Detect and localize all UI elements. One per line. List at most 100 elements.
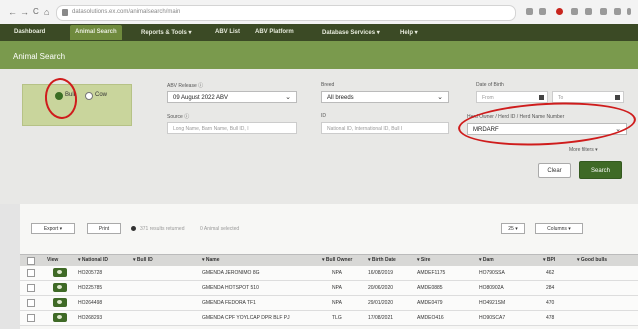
view-button[interactable] [53, 268, 67, 277]
dam-cell: HO80902A [479, 285, 504, 291]
extension-icon[interactable] [571, 8, 578, 15]
dam-cell: HO790SSA [479, 270, 505, 276]
home-icon[interactable]: ⌂ [44, 7, 49, 17]
nav-reports-tools[interactable]: Reports & Tools ▾ [141, 29, 192, 36]
sire-cell: AMDE0479 [417, 300, 443, 306]
more-filters-toggle[interactable]: More filters ▾ [569, 147, 598, 153]
column-header[interactable]: ▾ Good bulls [577, 257, 607, 263]
table-row[interactable]: HO225785 GMENDA HOTSPOT 510 NPA 20/06/20… [20, 281, 638, 296]
nav-help[interactable]: Help ▾ [400, 29, 418, 36]
breed-label: Breed [321, 82, 335, 88]
bpi-cell: 284 [546, 285, 555, 291]
national-id-cell: HO205728 [78, 270, 103, 276]
chevron-down-icon: ⌄ [285, 94, 291, 101]
profile-icon[interactable] [614, 8, 621, 15]
dam-cell: HO90SCA7 [479, 315, 506, 321]
columns-select[interactable]: Columns ▾ [535, 223, 583, 234]
sidebar-icon[interactable] [585, 8, 592, 15]
address-bar[interactable]: datasolutions.ex.com/animalsearch/main [56, 5, 516, 21]
dob-from-input[interactable]: From [476, 91, 548, 103]
print-button[interactable]: Print [87, 223, 121, 234]
nav-animal-search[interactable]: Animal Search [70, 25, 122, 40]
column-header[interactable]: ▾ Name [202, 257, 220, 263]
national-id-cell: HO264498 [78, 300, 103, 306]
column-header[interactable]: View [47, 257, 58, 263]
back-icon[interactable]: ← [8, 7, 17, 17]
clear-button[interactable]: Clear [538, 163, 571, 178]
bpi-cell: 470 [546, 300, 555, 306]
address-url: datasolutions.ex.com/animalsearch/main [72, 9, 181, 15]
star-icon[interactable] [539, 8, 546, 15]
search-button[interactable]: Search [579, 161, 622, 179]
column-header[interactable]: ▾ Dam [479, 257, 494, 263]
lock-icon [62, 9, 68, 16]
nav-abv-platform[interactable]: ABV Platform [255, 29, 294, 35]
nav-abv-list[interactable]: ABV List [215, 29, 240, 35]
column-header[interactable]: ▾ Birth Date [368, 257, 396, 263]
source-label: Source ⓘ [167, 114, 190, 120]
breed-select[interactable]: All breeds ⌄ [321, 91, 449, 103]
section-gap [0, 194, 638, 204]
row-checkbox[interactable] [27, 314, 35, 322]
eye-icon [57, 270, 62, 274]
birth-date-cell: 17/08/2021 [368, 315, 394, 321]
national-id-cell: HO268293 [78, 315, 103, 321]
export-button[interactable]: Export ▾ [31, 223, 75, 234]
opera-icon[interactable] [556, 8, 563, 15]
table-row[interactable]: HO264498 GMENDA FEDORA TF1 NPA 29/01/202… [20, 296, 638, 311]
birth-date-cell: 29/01/2020 [368, 300, 394, 306]
column-header[interactable]: ▾ Bull ID [133, 257, 153, 263]
birth-date-cell: 20/06/2020 [368, 285, 394, 291]
calendar-icon[interactable] [615, 95, 620, 100]
column-header[interactable]: ▾ Bull Owner [322, 257, 352, 263]
view-button[interactable] [53, 283, 67, 292]
row-checkbox[interactable] [27, 299, 35, 307]
name-cell[interactable]: GMENDA FEDORA TF1 [202, 300, 256, 306]
nav-dashboard[interactable]: Dashboard [14, 29, 45, 35]
table-row[interactable]: HO268293 GMENDA CPF YOYLCAP DPR BLF PJ T… [20, 311, 638, 326]
source-placeholder: Long Name, Barn Name, Bull ID, I [173, 126, 249, 132]
bpi-cell: 462 [546, 270, 555, 276]
abv-release-select[interactable]: 09 August 2022 ABV ⌄ [167, 91, 297, 103]
per-page-select[interactable]: 25 ▾ [501, 223, 525, 234]
cow-radio-label[interactable]: Cow [95, 92, 107, 98]
eye-icon [57, 315, 62, 319]
breed-value: All breeds [327, 95, 354, 101]
nav-database-services[interactable]: Database Services ▾ [322, 29, 380, 36]
column-header[interactable]: ▾ BPI [543, 257, 555, 263]
eye-icon [57, 300, 62, 304]
forward-icon[interactable]: → [20, 7, 29, 17]
source-input[interactable]: Long Name, Barn Name, Bull ID, I [167, 122, 297, 134]
name-cell[interactable]: GMENDA CPF YOYLCAP DPR BLF PJ [202, 315, 290, 321]
calendar-icon[interactable] [539, 95, 544, 100]
id-input[interactable]: National ID, International ID, Bull I [321, 122, 449, 134]
select-all-checkbox[interactable] [27, 257, 35, 265]
dob-to-input[interactable]: To [552, 91, 624, 103]
name-cell[interactable]: GMENDA JERONIMO 8G [202, 270, 260, 276]
column-header[interactable]: ▾ National ID [78, 257, 108, 263]
main-navigation: Dashboard Animal Search Reports & Tools … [0, 24, 638, 41]
row-checkbox[interactable] [27, 269, 35, 277]
column-header[interactable]: ▾ Sire [417, 257, 430, 263]
info-icon [131, 226, 136, 231]
id-placeholder: National ID, International ID, Bull I [327, 126, 403, 132]
view-button[interactable] [53, 298, 67, 307]
abv-release-label: ABV Release ⓘ [167, 83, 204, 89]
extension-icon[interactable] [526, 8, 533, 15]
extension-icon[interactable] [600, 8, 607, 15]
dam-cell: HO4921SM [479, 300, 506, 306]
dob-to-placeholder: To [558, 95, 564, 101]
row-checkbox[interactable] [27, 284, 35, 292]
bull-owner-cell: NPA [332, 270, 342, 276]
sire-cell: AMDEF1175 [417, 270, 446, 276]
sex-selector [22, 84, 132, 126]
sire-cell: AMDEO416 [417, 315, 444, 321]
bull-owner-cell: NPA [332, 285, 342, 291]
menu-icon[interactable] [627, 8, 631, 15]
name-cell[interactable]: GMENDA HOTSPOT 510 [202, 285, 259, 291]
table-row[interactable]: HO205728 GMENDA JERONIMO 8G NPA 16/08/20… [20, 266, 638, 281]
reload-icon[interactable]: C [33, 7, 39, 16]
eye-icon [57, 285, 62, 289]
cow-radio[interactable] [85, 92, 93, 100]
view-button[interactable] [53, 313, 67, 322]
